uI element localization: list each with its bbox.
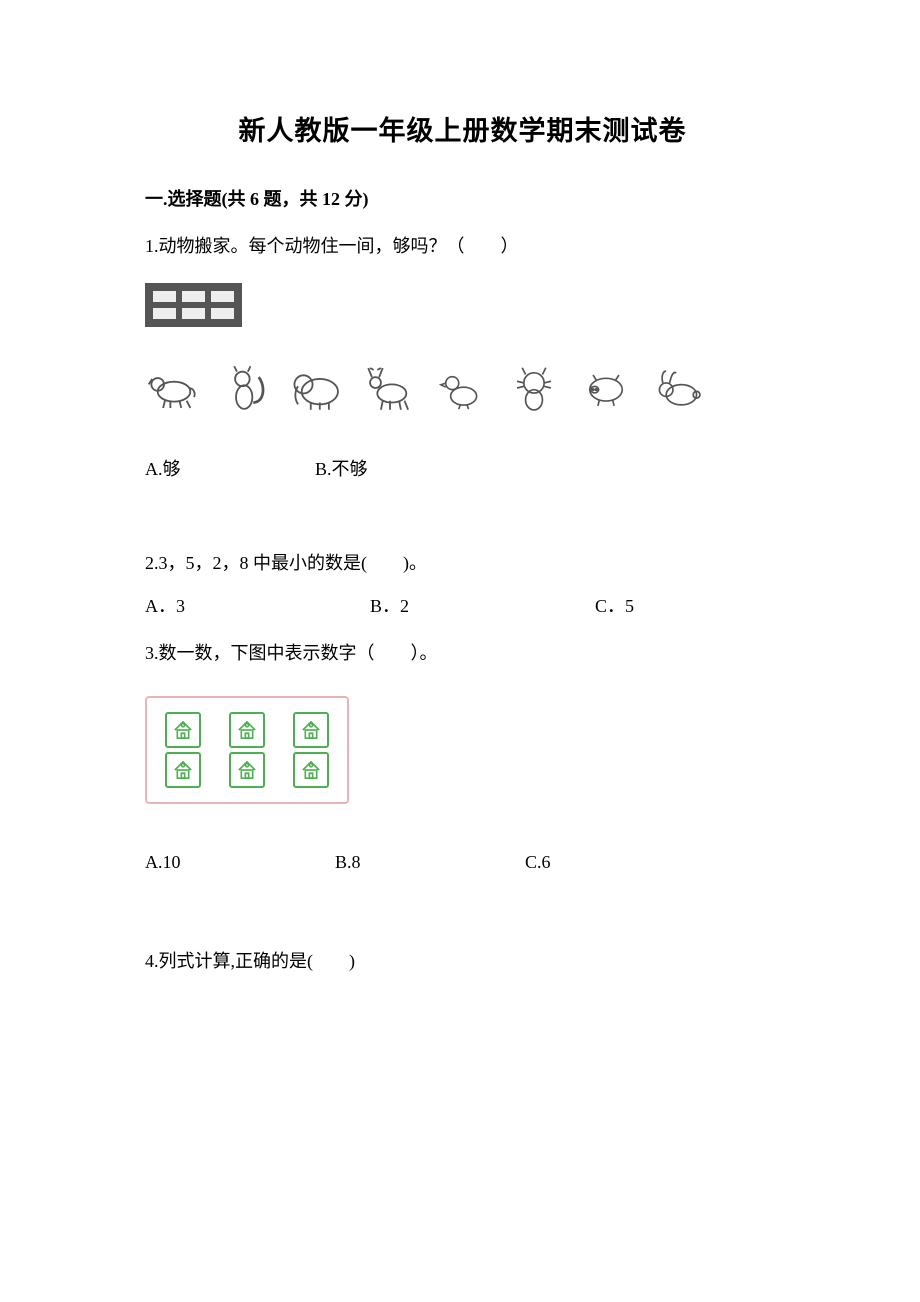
q3-option-c: C.6 — [525, 848, 551, 877]
question-3-text: 3.数一数，下图中表示数字（ ）。 — [145, 639, 780, 668]
q1-option-b: B.不够 — [315, 455, 535, 484]
section-heading: 一.选择题(共 6 题，共 12 分) — [145, 185, 780, 214]
q2-option-c: C．5 — [595, 592, 634, 621]
pig-icon — [577, 359, 635, 417]
dog-icon — [145, 359, 203, 417]
cat-icon — [505, 359, 563, 417]
house-icon — [229, 752, 265, 788]
animals-row — [145, 359, 780, 417]
duck-icon — [433, 359, 491, 417]
rabbit-icon — [649, 359, 707, 417]
house-icon — [293, 752, 329, 788]
q3-options: A.10 B.8 C.6 — [145, 848, 780, 877]
house-icon — [165, 712, 201, 748]
house-icon — [165, 752, 201, 788]
page-title: 新人教版一年级上册数学期末测试卷 — [145, 110, 780, 153]
q1-option-a: A.够 — [145, 455, 315, 484]
q2-options: A．3 B．2 C．5 — [145, 592, 780, 621]
q3-option-a: A.10 — [145, 848, 335, 877]
q2-option-b: B．2 — [370, 592, 595, 621]
squirrel-icon — [217, 359, 275, 417]
question-4-text: 4.列式计算,正确的是( ) — [145, 947, 780, 976]
question-1-text: 1.动物搬家。每个动物住一间，够吗？（ ） — [145, 232, 780, 261]
q1-options: A.够 B.不够 — [145, 455, 780, 484]
elephant-icon — [289, 359, 347, 417]
q2-option-a: A．3 — [145, 592, 370, 621]
q3-option-b: B.8 — [335, 848, 525, 877]
question-2-text: 2.3，5，2，8 中最小的数是( )。 — [145, 549, 780, 578]
houses-image — [145, 696, 349, 804]
house-icon — [293, 712, 329, 748]
house-icon — [229, 712, 265, 748]
deer-icon — [361, 359, 419, 417]
building-image — [145, 283, 780, 331]
